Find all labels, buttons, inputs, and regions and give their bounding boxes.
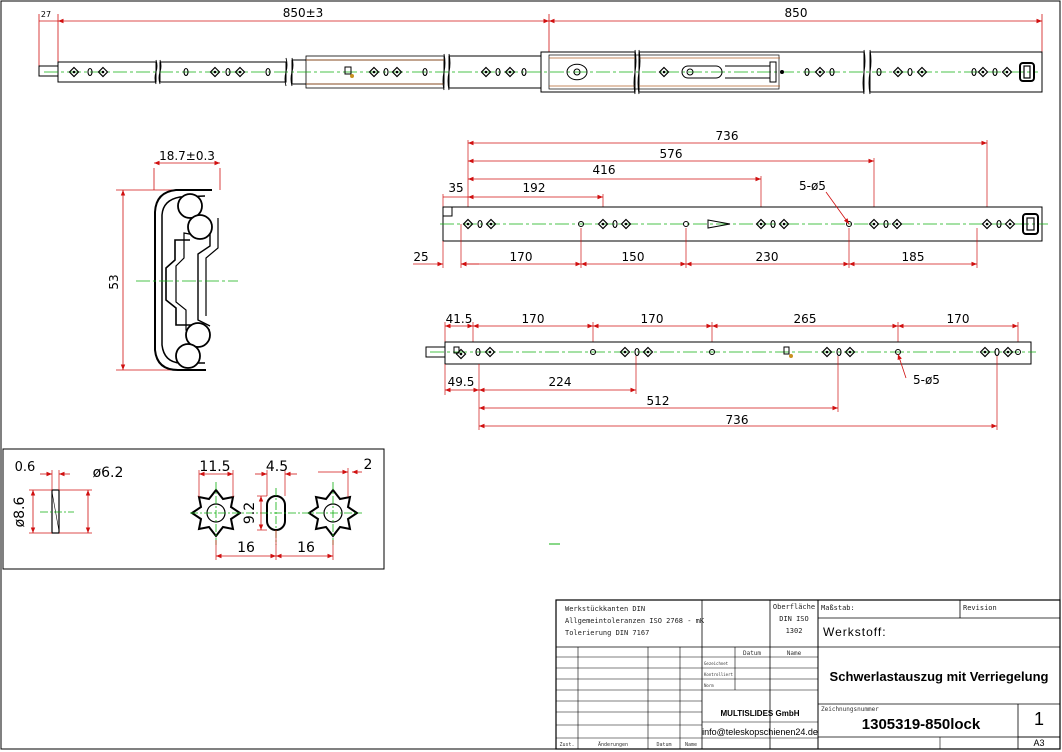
dim-left-length: 850±3 [283,6,324,20]
technical-drawing: 27 850±3 850 18.7±0.3 53 736 576 416 192… [0,0,1061,750]
tb-footer-changes: Änderungen [598,741,628,748]
tb-note-2: Allgemeintoleranzen ISO 2768 - mK [565,617,705,625]
dim-b-265: 265 [794,312,817,326]
dim-slot-height: 9.2 [242,502,258,524]
dim-a-150: 150 [622,250,645,264]
callout-a-holes: 5-ø5 [799,179,826,193]
drawing-title: Schwerlastauszug mit Verriegelung [830,669,1049,684]
dim-b-512: 512 [647,394,670,408]
dim-b-41-5: 41.5 [446,312,473,326]
tb-footer-name: Name [685,742,697,748]
dim-b-736: 736 [726,413,749,427]
dim-stub: 27 [41,10,51,19]
dim-b-170-2: 170 [641,312,664,326]
title-block: Werkstückkanten DIN Allgemeintoleranzen … [555,599,1061,750]
company-name: MULTISLIDES GmbH [721,709,800,718]
dim-hole-c: 2 [364,457,373,473]
dim-a-192: 192 [523,181,546,195]
dim-washer-outer: ø8.6 [12,496,28,527]
dim-a-25: 25 [413,250,428,264]
callout-b-holes: 5-ø5 [913,373,940,387]
tb-footer-state: Zust. [559,742,574,748]
dim-b-170-3: 170 [947,312,970,326]
dim-thickness: 0.6 [15,460,36,475]
sheet-number: 1 [1034,709,1044,729]
tb-row-norm: Norm [704,683,714,688]
dim-b-49-5: 49.5 [448,375,475,389]
assembly-view: 27 850±3 850 [38,6,1043,95]
dim-hole-a: 11.5 [199,459,230,475]
dim-a-576: 576 [660,147,683,161]
tb-surface-line-2: 1302 [786,627,803,635]
detail-box: 0.6 ø6.2 ø8.6 11.5 4.5 9.2 2 16 16 [2,448,385,570]
profile-section: 18.7±0.3 53 [107,149,238,371]
dim-right-length: 850 [785,6,808,20]
tb-revision-label: Revision [963,604,997,612]
tb-row-checked: Kontrolliert [704,672,733,677]
tb-drawing-no-label: Zeichnungsnummer [821,706,879,713]
dim-a-736: 736 [716,129,739,143]
dim-a-230: 230 [756,250,779,264]
tb-note-1: Werkstückkanten DIN [565,605,645,613]
tb-scale-label: Maßstab: [821,604,855,612]
dim-pitch-2: 16 [297,540,315,556]
tb-note-3: Tolerierung DIN 7167 [565,629,649,637]
sheet-format: A3 [1033,738,1044,748]
dim-b-224: 224 [549,375,572,389]
tb-name-header: Name [787,650,802,657]
company-email: info@teleskopschienen24.de [702,727,818,737]
dim-a-185: 185 [902,250,925,264]
dim-b-170-1: 170 [522,312,545,326]
tb-surface-line-1: DIN ISO [779,615,809,623]
dim-a-416: 416 [593,163,616,177]
tb-row-drawn: Gezeichnet [704,661,729,666]
dim-washer-dia: ø6.2 [93,465,124,481]
dim-slot-width: 4.5 [266,459,288,475]
rail-a-view: 736 576 416 192 35 5-ø5 25 170 150 230 1… [413,129,1048,268]
drawing-number: 1305319-850lock [862,716,981,733]
tb-material-label: Werkstoff: [823,625,887,639]
dim-profile-height: 53 [107,274,121,289]
dim-a-170: 170 [510,250,533,264]
dim-a-35: 35 [448,181,463,195]
dim-profile-width: 18.7±0.3 [159,149,215,163]
tb-surface-label: Oberfläche [773,603,815,611]
dim-pitch-1: 16 [237,540,255,556]
tb-footer-date: Datum [656,742,671,748]
rail-b-view: 41.5 170 170 265 170 5-ø5 49.5 224 512 7… [425,312,1036,430]
tb-datum-header: Datum [743,650,761,657]
